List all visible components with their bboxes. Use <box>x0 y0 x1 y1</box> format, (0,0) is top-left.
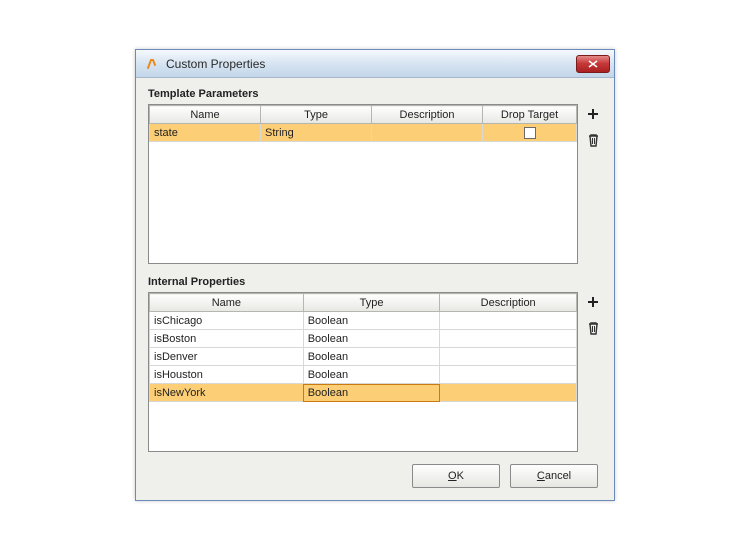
titlebar: Custom Properties <box>136 50 614 78</box>
table-row[interactable]: state String <box>150 124 577 142</box>
cancel-rest: ancel <box>545 470 571 482</box>
cell-description[interactable] <box>440 348 577 366</box>
template-parameters-section: Name Type Description Drop Target state … <box>148 104 602 264</box>
table-header-row: Name Type Description Drop Target <box>150 106 577 124</box>
add-button[interactable] <box>585 106 601 122</box>
table-row[interactable]: isChicago Boolean <box>150 312 577 330</box>
trash-icon <box>587 321 600 335</box>
table-header-row: Name Type Description <box>150 294 577 312</box>
cell-type[interactable]: Boolean <box>303 330 440 348</box>
cell-name[interactable]: state <box>150 124 261 142</box>
internal-properties-label: Internal Properties <box>148 276 602 288</box>
internal-properties-table[interactable]: Name Type Description isChicago Boolean … <box>148 292 578 452</box>
cell-name[interactable]: isChicago <box>150 312 304 330</box>
table-row[interactable]: isBoston Boolean <box>150 330 577 348</box>
internal-properties-section: Name Type Description isChicago Boolean … <box>148 292 602 452</box>
cell-type[interactable]: Boolean <box>303 312 440 330</box>
cell-name[interactable]: isDenver <box>150 348 304 366</box>
col-description[interactable]: Description <box>372 106 483 124</box>
cell-type[interactable]: Boolean <box>303 384 440 402</box>
dialog-content: Template Parameters Name Type Descriptio… <box>136 78 614 500</box>
close-icon <box>588 60 598 68</box>
cancel-mnemonic: C <box>537 470 545 482</box>
cell-name[interactable]: isNewYork <box>150 384 304 402</box>
ok-button[interactable]: OK <box>412 464 500 488</box>
template-parameters-table[interactable]: Name Type Description Drop Target state … <box>148 104 578 264</box>
app-icon <box>144 56 160 72</box>
cell-name[interactable]: isHouston <box>150 366 304 384</box>
internal-tools <box>584 292 602 336</box>
cancel-button[interactable]: Cancel <box>510 464 598 488</box>
delete-button[interactable] <box>585 132 601 148</box>
template-tools <box>584 104 602 148</box>
col-type[interactable]: Type <box>303 294 440 312</box>
table-row[interactable]: isDenver Boolean <box>150 348 577 366</box>
cell-type[interactable]: Boolean <box>303 348 440 366</box>
plus-icon <box>586 295 600 309</box>
cell-description[interactable] <box>440 330 577 348</box>
cell-description[interactable] <box>372 124 483 142</box>
template-parameters-label: Template Parameters <box>148 88 602 100</box>
col-name[interactable]: Name <box>150 294 304 312</box>
trash-icon <box>587 133 600 147</box>
dialog-buttons: OK Cancel <box>148 458 602 492</box>
close-button[interactable] <box>576 55 610 73</box>
checkbox-icon[interactable] <box>524 127 536 139</box>
col-name[interactable]: Name <box>150 106 261 124</box>
col-description[interactable]: Description <box>440 294 577 312</box>
ok-mnemonic: O <box>448 470 457 482</box>
plus-icon <box>586 107 600 121</box>
cell-description[interactable] <box>440 366 577 384</box>
window-title: Custom Properties <box>166 57 576 71</box>
col-type[interactable]: Type <box>261 106 372 124</box>
delete-button[interactable] <box>585 320 601 336</box>
cell-type[interactable]: String <box>261 124 372 142</box>
cell-description[interactable] <box>440 312 577 330</box>
cell-description[interactable] <box>440 384 577 402</box>
cell-name[interactable]: isBoston <box>150 330 304 348</box>
add-button[interactable] <box>585 294 601 310</box>
custom-properties-dialog: Custom Properties Template Parameters Na… <box>135 49 615 501</box>
cell-drop-target[interactable] <box>483 124 577 142</box>
cell-type[interactable]: Boolean <box>303 366 440 384</box>
ok-rest: K <box>457 470 464 482</box>
col-drop-target[interactable]: Drop Target <box>483 106 577 124</box>
table-row[interactable]: isNewYork Boolean <box>150 384 577 402</box>
table-row[interactable]: isHouston Boolean <box>150 366 577 384</box>
